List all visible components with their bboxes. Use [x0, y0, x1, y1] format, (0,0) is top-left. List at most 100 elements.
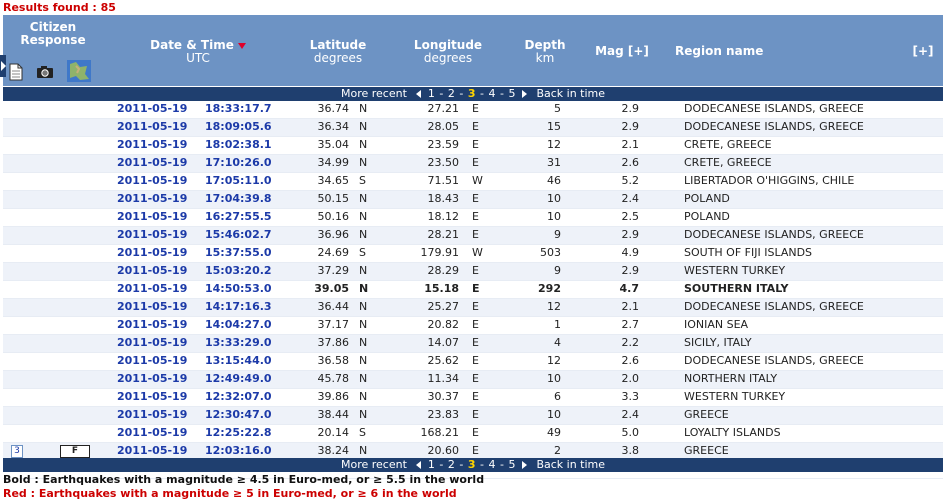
longitude-value: 23.59 [427, 138, 460, 151]
page-link-2[interactable]: 2 [447, 458, 456, 471]
magnitude-value: 2.6 [621, 156, 640, 169]
event-date-link[interactable]: 2011-05-19 [117, 389, 187, 405]
event-date-link[interactable]: 2011-05-19 [117, 191, 187, 207]
longitude-hemisphere: W [472, 246, 483, 259]
longitude-header: Longitude degrees [408, 39, 488, 65]
page-link-4[interactable]: 4 [487, 87, 496, 100]
event-date-link[interactable]: 2011-05-19 [117, 155, 187, 171]
longitude-value: 28.21 [427, 228, 460, 241]
event-date-link[interactable]: 2011-05-19 [117, 443, 187, 459]
event-date-link[interactable]: 2011-05-19 [117, 299, 187, 315]
page-link-2[interactable]: 2 [447, 87, 456, 100]
event-date-link[interactable]: 2011-05-19 [117, 281, 187, 297]
felt-report-button[interactable]: F [60, 445, 90, 458]
table-row: 2011-05-19 18:09:05.6 36.34 N 28.05 E 15 2.9 DOD… [3, 119, 943, 137]
magnitude-value: 2.9 [621, 102, 640, 115]
map-icon[interactable] [67, 60, 91, 82]
side-panel-toggle-icon[interactable] [0, 55, 6, 77]
latitude-hemisphere: N [359, 336, 368, 349]
event-date-link[interactable]: 2011-05-19 [117, 371, 187, 387]
latitude-hemisphere: N [359, 300, 368, 313]
more-recent-link[interactable]: More recent [340, 87, 408, 100]
event-date-link[interactable]: 2011-05-19 [117, 317, 187, 333]
magnitude-value: 2.5 [621, 210, 640, 223]
region-name: GREECE [684, 444, 729, 457]
table-row: 2011-05-19 12:32:07.0 39.86 N 30.37 E 6 3.3 WEST… [3, 389, 943, 407]
arrow-right-icon[interactable] [521, 461, 529, 469]
event-date-link[interactable]: 2011-05-19 [117, 227, 187, 243]
longitude-hemisphere: E [472, 408, 479, 421]
page-link-5[interactable]: 5 [507, 87, 516, 100]
depth-value: 9 [554, 264, 561, 277]
event-date-link[interactable]: 2011-05-19 [117, 101, 187, 117]
depth-value: 503 [540, 246, 561, 259]
latitude-value: 38.44 [317, 408, 350, 421]
magnitude-header[interactable]: Mag [+] [587, 45, 657, 58]
arrow-left-icon[interactable] [414, 461, 422, 469]
page-link-1[interactable]: 1 [427, 458, 436, 471]
depth-header: Depth km [513, 39, 577, 65]
earthquake-table: 2011-05-19 18:33:17.7 36.74 N 27.21 E 5 2.9 DODE… [3, 101, 943, 479]
arrow-right-icon[interactable] [521, 90, 529, 98]
depth-value: 49 [547, 426, 561, 439]
region-name: DODECANESE ISLANDS, GREECE [684, 120, 864, 133]
magnitude-value: 3.8 [621, 444, 640, 457]
event-date-link[interactable]: 2011-05-19 [117, 137, 187, 153]
latitude-hemisphere: N [359, 354, 368, 367]
arrow-left-icon[interactable] [414, 90, 422, 98]
event-date-link[interactable]: 2011-05-19 [117, 209, 187, 225]
more-recent-link[interactable]: More recent [340, 458, 408, 471]
pager-bottom: More recent 1 - 2 - 3 - 4 - 5 Back in ti… [3, 458, 943, 472]
back-in-time-link[interactable]: Back in time [535, 458, 606, 471]
latitude-value: 37.29 [317, 264, 350, 277]
back-in-time-link[interactable]: Back in time [535, 87, 606, 100]
page-link-4[interactable]: 4 [487, 458, 496, 471]
longitude-value: 25.27 [427, 300, 460, 313]
testimony-document-icon[interactable]: 3 [11, 445, 23, 458]
latitude-hemisphere: N [359, 156, 368, 169]
table-row: 2011-05-19 13:33:29.0 37.86 N 14.07 E 4 2.2 SICI… [3, 335, 943, 353]
region-name: DODECANESE ISLANDS, GREECE [684, 300, 864, 313]
latitude-value: 34.65 [317, 174, 350, 187]
camera-icon[interactable] [36, 65, 54, 83]
longitude-hemisphere: E [472, 444, 479, 457]
sort-down-icon[interactable] [237, 42, 246, 49]
longitude-value: 20.60 [427, 444, 460, 457]
latitude-hemisphere: N [359, 210, 368, 223]
depth-value: 31 [547, 156, 561, 169]
depth-value: 292 [538, 282, 561, 295]
depth-value: 2 [554, 444, 561, 457]
table-row: 2011-05-19 15:46:02.7 36.96 N 28.21 E 9 2.9 DODE… [3, 227, 943, 245]
longitude-hemisphere: E [472, 372, 479, 385]
event-date-link[interactable]: 2011-05-19 [117, 353, 187, 369]
date-time-title[interactable]: Date & Time [150, 38, 234, 52]
event-date-link[interactable]: 2011-05-19 [117, 407, 187, 423]
table-row: 2011-05-19 16:27:55.5 50.16 N 18.12 E 10 2.5 POL… [3, 209, 943, 227]
longitude-value: 14.07 [427, 336, 460, 349]
latitude-value: 37.86 [317, 336, 350, 349]
longitude-value: 23.83 [427, 408, 460, 421]
longitude-hemisphere: W [472, 174, 483, 187]
event-date-link[interactable]: 2011-05-19 [117, 119, 187, 135]
date-time-header[interactable]: Date & Time UTC [133, 39, 263, 65]
longitude-value: 179.91 [420, 246, 460, 259]
region-name: CRETE, GREECE [684, 138, 772, 151]
document-icon[interactable] [9, 63, 23, 81]
magnitude-value: 5.0 [621, 426, 640, 439]
event-date-link[interactable]: 2011-05-19 [117, 263, 187, 279]
page-link-5[interactable]: 5 [507, 458, 516, 471]
pager-top: More recent 1 - 2 - 3 - 4 - 5 Back in ti… [3, 87, 943, 101]
latitude-hemisphere: N [359, 138, 368, 151]
page-link-1[interactable]: 1 [427, 87, 436, 100]
magnitude-value: 2.9 [621, 264, 640, 277]
event-date-link[interactable]: 2011-05-19 [117, 335, 187, 351]
longitude-hemisphere: E [472, 156, 479, 169]
expand-columns-button[interactable]: [+] [903, 45, 943, 58]
longitude-hemisphere: E [472, 390, 479, 403]
magnitude-value: 2.1 [621, 300, 640, 313]
event-date-link[interactable]: 2011-05-19 [117, 425, 187, 441]
event-date-link[interactable]: 2011-05-19 [117, 245, 187, 261]
event-date-link[interactable]: 2011-05-19 [117, 173, 187, 189]
magnitude-value: 2.7 [621, 318, 640, 331]
longitude-hemisphere: E [472, 426, 479, 439]
